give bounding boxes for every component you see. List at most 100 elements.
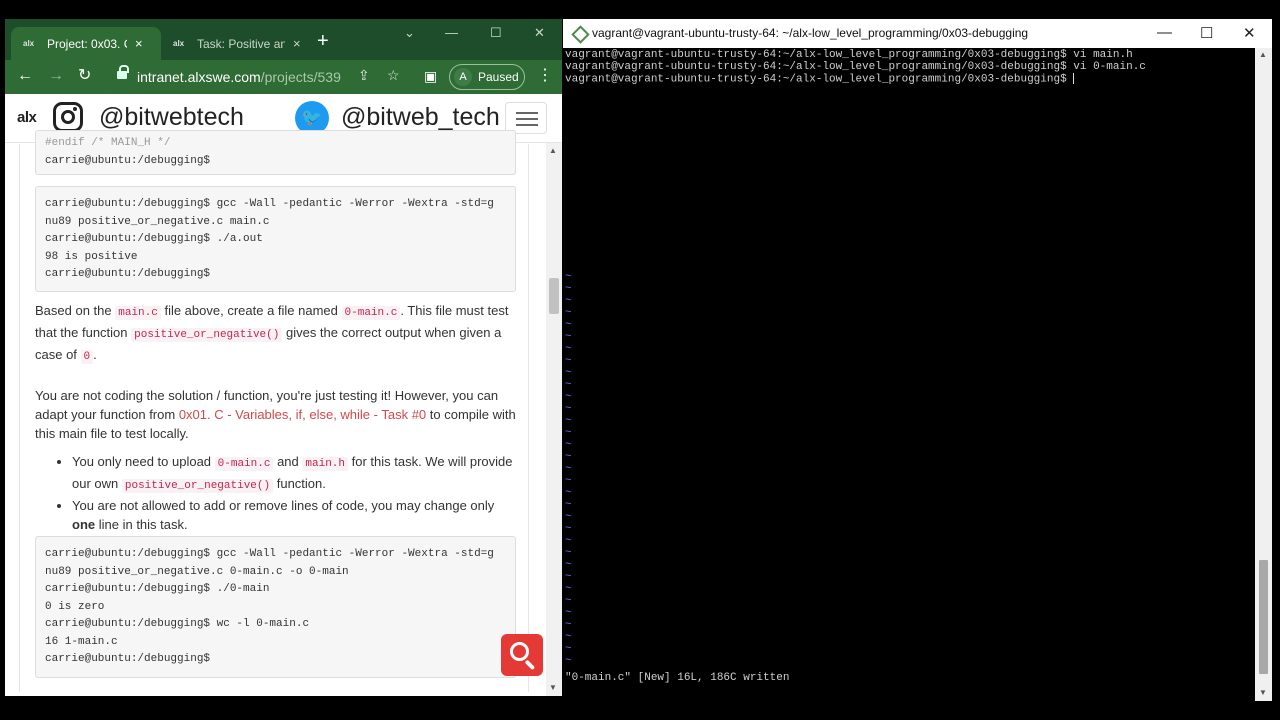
inline-code: main.h	[302, 457, 348, 471]
text: function.	[273, 476, 326, 491]
text: .	[93, 347, 97, 362]
requirements-list: You only need to upload 0-main.c and mai…	[35, 452, 520, 534]
chrome-menu-icon[interactable]: ⋮	[537, 66, 553, 86]
code-block-compile-main: carrie@ubuntu:/debugging$ gcc -Wall -ped…	[35, 186, 516, 292]
inline-code: main.c	[115, 306, 161, 320]
vim-tilde-marker: ~	[565, 655, 572, 667]
terminal-title-bar[interactable]: vagrant@vagrant-ubuntu-trusty-64: ~/alx-…	[563, 19, 1272, 48]
forward-icon[interactable]: →	[48, 66, 64, 86]
terminal-prompt: vagrant@vagrant-ubuntu-trusty-64:~/alx-l…	[565, 73, 1074, 86]
lock-icon[interactable]	[117, 65, 129, 79]
inline-code: 0-main.c	[214, 457, 274, 471]
vim-tilde-marker: ~	[565, 319, 572, 331]
code-line: carrie@ubuntu:/debugging$ gcc -Wall -ped…	[45, 198, 494, 210]
vim-tilde-marker: ~	[565, 439, 572, 451]
tab-search-chevron-down-icon[interactable]: ⌄	[404, 25, 415, 41]
vim-tilde-marker: ~	[565, 283, 572, 295]
terminal-line: vagrant@vagrant-ubuntu-trusty-64:~/alx-l…	[565, 61, 1146, 73]
vim-tilde-marker: ~	[565, 571, 572, 583]
vim-tilde-marker: ~	[565, 559, 572, 571]
bookmark-star-icon[interactable]: ☆	[387, 67, 400, 84]
text: file above, create a file named	[160, 303, 342, 318]
vim-tilde-marker: ~	[565, 391, 572, 403]
url-path: /projects/539	[260, 69, 341, 85]
inline-code: 0	[80, 350, 94, 364]
minimize-icon[interactable]: —	[1157, 24, 1172, 41]
vim-tilde-marker: ~	[565, 523, 572, 535]
new-tab-icon[interactable]: +	[317, 31, 329, 51]
close-window-icon[interactable]: ✕	[534, 25, 545, 41]
list-item: You only need to upload 0-main.c and mai…	[72, 452, 520, 496]
share-icon[interactable]: ⇪	[358, 67, 370, 84]
terminal-app-icon	[572, 26, 586, 40]
vim-tilde-marker: ~	[565, 499, 572, 511]
sidebar-icon[interactable]: ▣	[424, 66, 437, 86]
instagram-handle: @bitwebtech	[99, 103, 244, 131]
tab-strip: alx Project: 0x03. C - Debugging × alx T…	[5, 19, 562, 60]
vim-status-line: "0-main.c" [New] 16L, 186C written	[565, 672, 790, 684]
bold-text: one	[72, 517, 96, 532]
vim-tilde-marker: ~	[565, 295, 572, 307]
profile-button[interactable]: A Paused	[449, 64, 525, 90]
vim-tilde-marker: ~	[565, 487, 572, 499]
code-line: carrie@ubuntu:/debugging$ gcc -Wall -ped…	[45, 548, 494, 560]
tab-close-icon[interactable]: ×	[293, 36, 301, 51]
alx-logo[interactable]: alx	[17, 109, 37, 126]
twitter-handle: @bitweb_tech	[341, 103, 500, 131]
url-host: intranet.alxswe.com	[137, 69, 261, 85]
text: You are not allowed to add or remove lin…	[72, 498, 495, 513]
terminal-title: vagrant@vagrant-ubuntu-trusty-64: ~/alx-…	[592, 26, 1029, 40]
vim-tilde-marker: ~	[565, 355, 572, 367]
scroll-up-icon[interactable]: ▲	[549, 146, 557, 155]
vim-tilde-marker: ~	[565, 427, 572, 439]
vim-tilde-marker: ~	[565, 631, 572, 643]
vim-tilde-marker: ~	[565, 607, 572, 619]
task-note: You are not coding the solution / functi…	[35, 386, 520, 443]
task-description: Based on the main.c file above, create a…	[35, 301, 520, 367]
vim-tilde-marker: ~	[565, 331, 572, 343]
vim-tilde-marker: ~	[565, 307, 572, 319]
terminal-prompt-line: vagrant@vagrant-ubuntu-trusty-64:~/alx-l…	[565, 73, 1075, 86]
terminal-output[interactable]: vagrant@vagrant-ubuntu-trusty-64:~/alx-l…	[565, 48, 1255, 701]
alx-favicon-icon: alx	[173, 39, 185, 48]
text: You only need to upload	[72, 454, 215, 469]
address-bar[interactable]: intranet.alxswe.com/projects/539 ⇪ ☆	[103, 64, 448, 90]
scrollbar-thumb[interactable]	[1259, 560, 1268, 674]
url-text: intranet.alxswe.com/projects/539	[137, 69, 341, 85]
search-button[interactable]	[501, 634, 543, 676]
terminal-window: vagrant@vagrant-ubuntu-trusty-64: ~/alx-…	[563, 19, 1272, 701]
profile-status: Paused	[478, 70, 519, 84]
browser-window: alx Project: 0x03. C - Debugging × alx T…	[5, 19, 562, 696]
vim-tilde-marker: ~	[565, 475, 572, 487]
scroll-up-icon[interactable]: ▲	[1259, 50, 1267, 59]
scrollbar-thumb[interactable]	[549, 278, 559, 314]
code-line: carrie@ubuntu:/debugging$	[45, 653, 211, 665]
code-line: #endif /* MAIN_H */	[45, 137, 171, 149]
minimize-icon[interactable]: —	[445, 25, 458, 40]
tab-task-positive[interactable]: alx Task: Positive anything ×	[163, 27, 303, 60]
close-window-icon[interactable]: ✕	[1243, 24, 1256, 42]
vim-tilde-marker: ~	[565, 451, 572, 463]
tab-close-icon[interactable]: ×	[135, 36, 143, 51]
terminal-scrollbar[interactable]: ▲ ▼	[1255, 48, 1272, 701]
tab-title: Project: 0x03. C - Debugging	[47, 36, 127, 51]
maximize-icon[interactable]: ☐	[1200, 24, 1213, 42]
tab-project-debugging[interactable]: alx Project: 0x03. C - Debugging ×	[11, 27, 161, 60]
reload-icon[interactable]: ↻	[78, 66, 91, 86]
scroll-down-icon[interactable]: ▼	[1259, 688, 1267, 697]
task-link-0x01[interactable]: 0x01. C - Variables, if, else, while - T…	[179, 407, 426, 422]
vim-tilde-marker: ~	[565, 403, 572, 415]
maximize-icon[interactable]: ☐	[490, 25, 502, 41]
vim-tilde-marker: ~	[565, 547, 572, 559]
page-scrollbar[interactable]: ▲ ▼	[546, 143, 562, 696]
vim-tilde-marker: ~	[565, 415, 572, 427]
back-icon[interactable]: ←	[17, 66, 33, 86]
vim-tilde-marker: ~	[565, 463, 572, 475]
vim-tilde-marker: ~	[565, 271, 572, 283]
page-content: #endif /* MAIN_H */ carrie@ubuntu:/debug…	[5, 130, 546, 696]
list-item: You are not allowed to add or remove lin…	[72, 496, 520, 534]
code-line: nu89 positive_or_negative.c 0-main.c -o …	[45, 565, 349, 578]
search-icon	[510, 642, 529, 661]
scroll-down-icon[interactable]: ▼	[549, 683, 557, 692]
inline-code: positive_or_negative()	[131, 328, 283, 342]
